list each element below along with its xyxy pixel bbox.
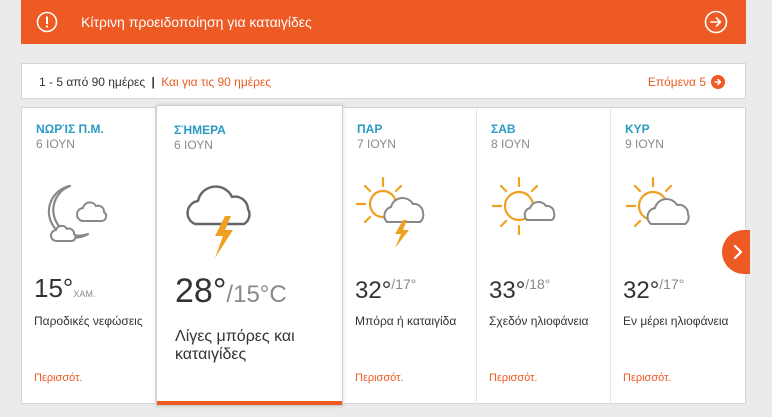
night-cloud-icon [47,184,108,242]
forecast-card-sat[interactable]: ΣΑΒ 8 ΙΟΥΝ 33°/18° Σχεδόν ηλιοφάνεια Περ… [477,108,611,404]
condition-text: Μπόρα ή καταιγίδα [355,314,457,328]
all-days-link[interactable]: Και για τις 90 ημέρες [161,75,271,89]
day-label: ΝΩΡΊΣ Π.Μ. [36,122,104,136]
chevron-right-icon[interactable] [722,230,750,274]
temperature-high: 32° [623,277,660,304]
temperature-low: /17° [659,276,685,292]
condition-text: Λίγες μπόρες και καταιγίδες [175,328,295,363]
temperature: 33°/18° [489,276,550,305]
range-separator: | [151,75,155,89]
more-link[interactable]: Περισσότ. [623,372,672,384]
arrow-right-circle-icon [711,75,725,89]
day-label: ΣΉΜΕΡΑ [174,123,226,137]
more-link[interactable]: Περισσότ. [355,372,404,384]
temperature-low: /18° [525,276,551,292]
alert-text: Κίτρινη προειδοποίηση για καταιγίδες [81,14,312,30]
day-label: ΚΥΡ [625,122,650,136]
temperature-high: 32° [355,277,392,304]
thunder-cloud-icon [186,185,251,258]
day-label: ΠΑΡ [357,122,383,136]
partly-sunny-icon [625,176,690,228]
temperature: 28°/15°C [175,272,287,311]
temperature: 32°/17° [355,276,416,305]
condition-text: Εν μέρει ηλιοφάνεια [623,314,729,328]
forecast-card-fri[interactable]: ΠΑΡ 7 ΙΟΥΝ 32°/17° Μπόρα ή καταιγίδα Περ… [343,108,477,404]
day-date: 6 ΙΟΥΝ [174,138,213,152]
day-date: 6 ΙΟΥΝ [36,137,75,151]
condition-text: Σχεδόν ηλιοφάνεια [489,314,589,328]
mostly-sunny-icon [491,176,556,236]
selected-indicator [157,401,342,405]
range-header: 1 - 5 από 90 ημέρες | Και για τις 90 ημέ… [21,63,746,99]
more-link[interactable]: Περισσότ. [34,372,83,384]
temperature-value: 15° [34,273,74,303]
forecast-cards: ΝΩΡΊΣ Π.Μ. 6 ΙΟΥΝ 15°ΧΑΜ. Παροδικές νεφώ… [21,105,746,406]
alert-banner[interactable]: Κίτρινη προειδοποίηση για καταιγίδες [21,0,746,44]
temperature: 15°ΧΑΜ. [34,273,95,304]
next-five-label: Επόμενα 5 [647,75,706,89]
condition-text: Παροδικές νεφώσεις [34,314,143,328]
temperature-qualifier: ΧΑΜ. [73,289,96,299]
range-summary: 1 - 5 από 90 ημέρες [39,75,146,89]
alert-icon [36,11,58,33]
temperature-low: /17° [391,276,417,292]
range-summary-group: 1 - 5 από 90 ημέρες | Και για τις 90 ημέ… [39,75,271,89]
forecast-card-early-am[interactable]: ΝΩΡΊΣ Π.Μ. 6 ΙΟΥΝ 15°ΧΑΜ. Παροδικές νεφώ… [22,108,156,404]
day-label: ΣΑΒ [491,122,516,136]
temperature: 32°/17° [623,276,684,305]
day-date: 7 ΙΟΥΝ [357,137,396,151]
day-date: 8 ΙΟΥΝ [491,137,530,151]
forecast-card-today[interactable]: ΣΉΜΕΡΑ 6 ΙΟΥΝ 28°/15°C Λίγες μπόρες και … [156,105,343,406]
more-link[interactable]: Περισσότ. [489,372,538,384]
next-five-link[interactable]: Επόμενα 5 [648,75,725,89]
temperature-high: 33° [489,277,526,304]
sun-thunder-icon [355,176,425,248]
arrow-right-circle-icon[interactable] [704,10,728,34]
temperature-low: /15°C [226,281,287,308]
temperature-high: 28° [175,272,227,310]
day-date: 9 ΙΟΥΝ [625,137,664,151]
